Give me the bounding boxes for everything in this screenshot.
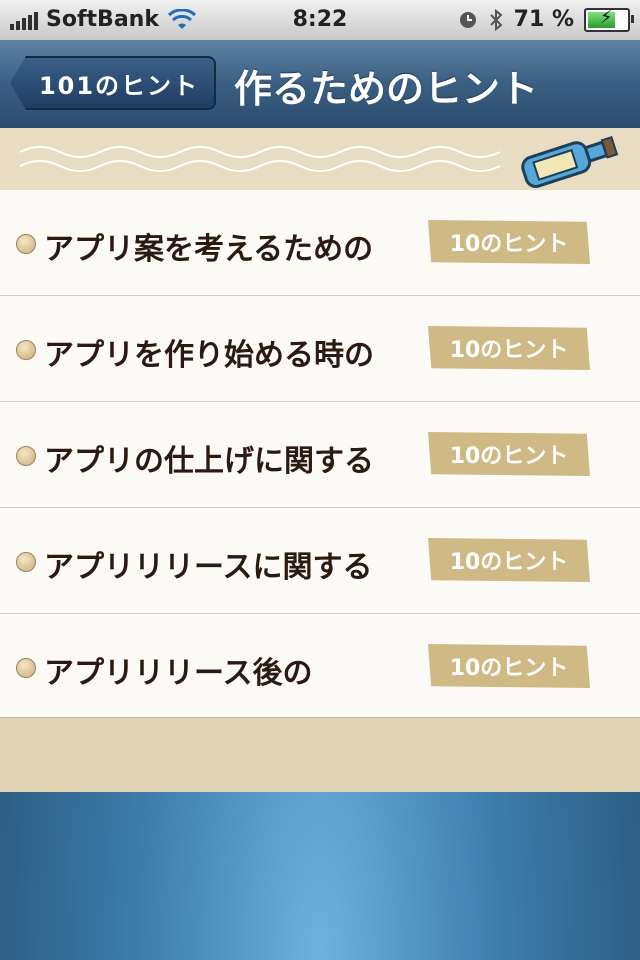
list-footer: [0, 717, 640, 792]
list-item[interactable]: アプリを作り始める時の 10のヒント: [0, 296, 640, 402]
list-item[interactable]: アプリ案を考えるための 10のヒント: [0, 190, 640, 296]
status-right: 71 % ⚡: [458, 7, 634, 32]
page-title: 作るためのヒント: [234, 67, 539, 111]
hint-count-tag: 10のヒント: [428, 432, 590, 476]
bullet-icon: [16, 340, 36, 360]
list-item-label: アプリリリースに関する: [44, 550, 373, 585]
list-item-label: アプリリリース後の: [44, 656, 313, 691]
list-item-label: アプリの仕上げに関する: [44, 444, 374, 479]
bullet-icon: [16, 234, 36, 254]
message-bottle-icon: [521, 135, 619, 188]
battery-percent: 71 %: [513, 7, 574, 32]
hint-count-tag: 10のヒント: [428, 326, 590, 370]
list-item[interactable]: アプリリリース後の 10のヒント: [0, 614, 640, 719]
hint-count-tag: 10のヒント: [428, 538, 590, 582]
list-item-label: アプリを作り始める時の: [44, 338, 374, 373]
battery-icon: ⚡: [584, 7, 634, 32]
clock-icon: [459, 11, 476, 28]
list-item[interactable]: アプリの仕上げに関する 10のヒント: [0, 402, 640, 508]
bluetooth-icon: [489, 8, 503, 31]
list-item[interactable]: アプリリリースに関する 10のヒント: [0, 508, 640, 614]
hint-list: アプリ案を考えるための 10のヒント アプリを作り始める時の 10のヒント アプ…: [0, 190, 640, 719]
back-button[interactable]: 101のヒント: [10, 56, 216, 110]
status-bar: SoftBank 8:22 71 % ⚡: [0, 0, 640, 41]
bullet-icon: [16, 658, 36, 678]
list-item-label: アプリ案を考えるための: [44, 232, 374, 267]
hint-count-tag: 10のヒント: [428, 220, 590, 264]
hint-count-tag: 10のヒント: [428, 644, 590, 688]
decorative-band: [0, 128, 640, 190]
bullet-icon: [16, 446, 36, 466]
navigation-bar: 101のヒント 作るためのヒント: [0, 40, 640, 129]
bullet-icon: [16, 552, 36, 572]
